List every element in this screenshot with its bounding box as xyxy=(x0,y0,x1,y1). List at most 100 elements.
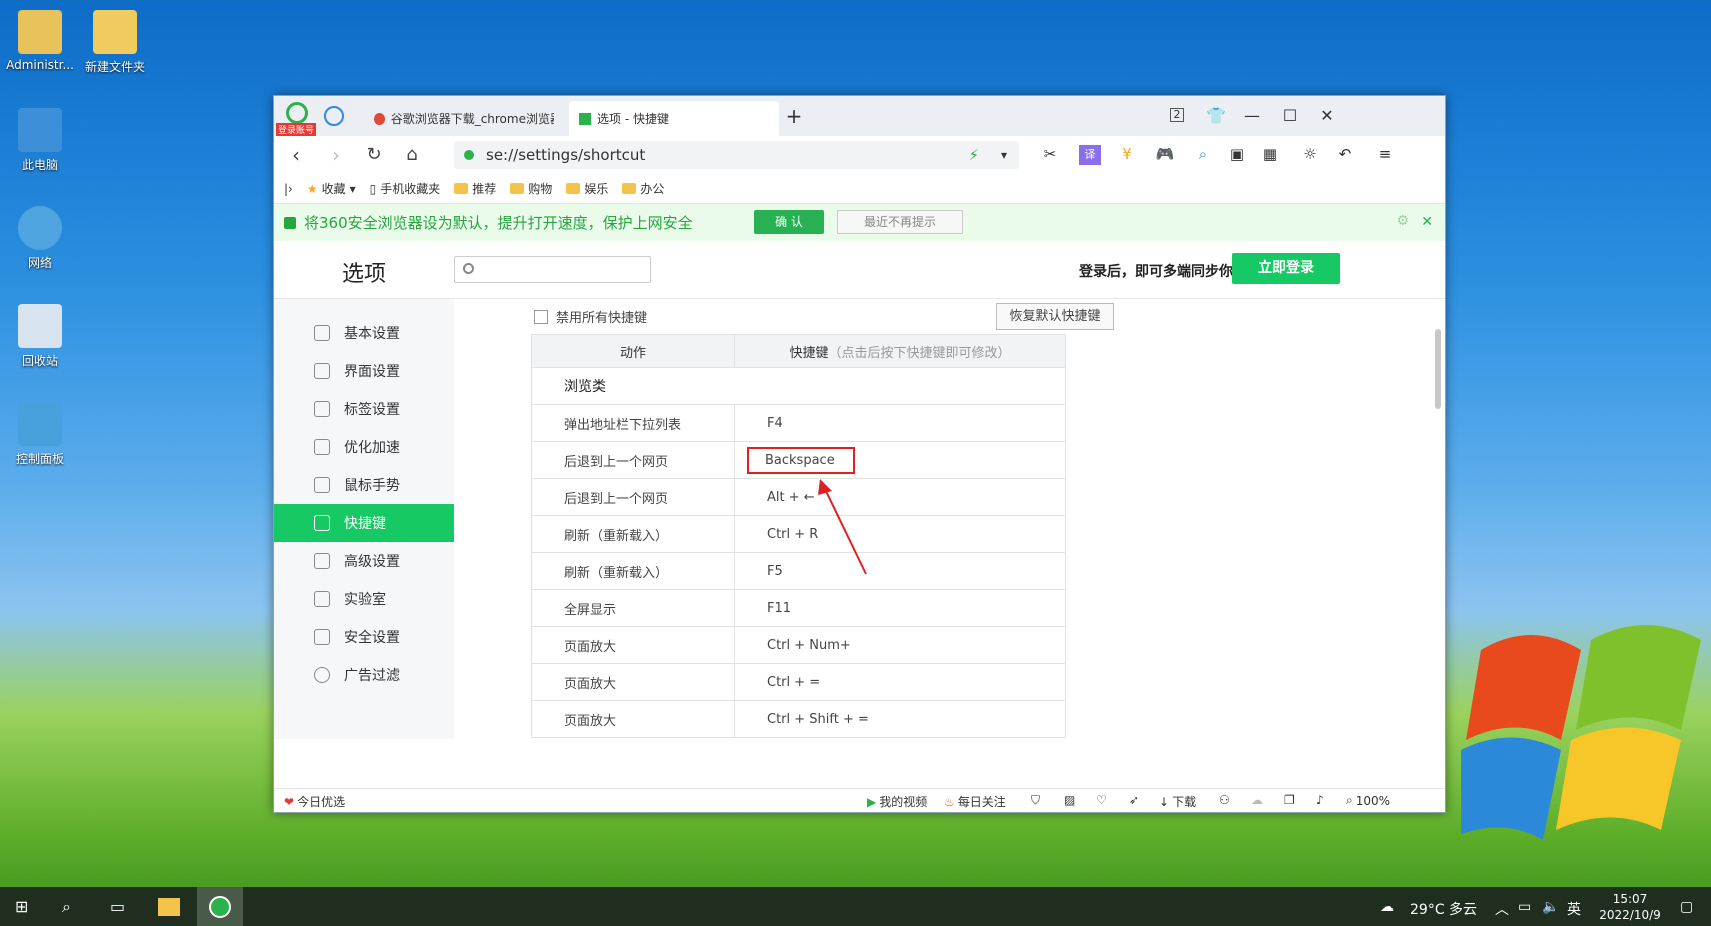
file-explorer-icon[interactable] xyxy=(158,898,180,916)
health-icon[interactable]: ♡ xyxy=(1096,793,1107,807)
sidebar-item-basic[interactable]: 基本设置 xyxy=(274,314,454,352)
skin-icon[interactable]: 👕 xyxy=(1206,106,1226,125)
back-button[interactable]: ‹ xyxy=(284,144,308,166)
restore-default-button[interactable]: 恢复默认快捷键 xyxy=(996,303,1114,330)
key-cell[interactable]: F4 xyxy=(734,404,1066,442)
favorites-menu[interactable]: ★ 收藏 ▾ xyxy=(307,180,356,197)
translate-icon[interactable]: 译 xyxy=(1079,145,1101,165)
close-icon[interactable]: ✕ xyxy=(1421,214,1433,230)
mobile-favorites[interactable]: ▯ 手机收藏夹 xyxy=(370,180,441,197)
chevron-up-icon[interactable]: ︿ xyxy=(1495,899,1509,919)
apps-grid-icon[interactable]: ▦ xyxy=(1259,145,1281,165)
minimize-button[interactable]: — xyxy=(1242,106,1262,125)
forward-button[interactable]: › xyxy=(324,144,348,166)
network-icon[interactable]: ▭ xyxy=(1518,899,1531,915)
action-cell: 后退到上一个网页 xyxy=(531,441,735,479)
lightning-icon[interactable]: ⚡ xyxy=(968,146,979,164)
tab-options-shortcut[interactable]: 选项 - 快捷键 xyxy=(569,101,779,136)
scrollbar[interactable] xyxy=(1435,329,1441,409)
sidebar-item-adblock[interactable]: 广告过滤 xyxy=(274,656,454,694)
image-icon[interactable]: ▨ xyxy=(1064,793,1075,807)
shield-status-icon[interactable]: ⛉ xyxy=(1031,793,1040,808)
desktop-icon-this-pc[interactable]: 此电脑 xyxy=(0,108,80,173)
key-cell[interactable]: Ctrl + = xyxy=(734,663,1066,701)
browser-logo-icon[interactable] xyxy=(286,102,308,124)
login-badge[interactable]: 登录账号 xyxy=(276,123,317,136)
key-cell[interactable]: Backspace xyxy=(734,441,1066,479)
sidebar-toggle-icon[interactable]: |› xyxy=(284,182,293,196)
options-search-input[interactable] xyxy=(454,256,651,283)
today-picks[interactable]: ❤ 今日优选 xyxy=(284,793,345,810)
folder-office[interactable]: 办公 xyxy=(622,180,664,197)
coupon-icon[interactable]: ¥ xyxy=(1116,145,1138,165)
sidebar-item-interface[interactable]: 界面设置 xyxy=(274,352,454,390)
sidebar-item-lab[interactable]: 实验室 xyxy=(274,580,454,618)
key-cell[interactable]: Ctrl + R xyxy=(734,515,1066,553)
folder-shopping[interactable]: 购物 xyxy=(510,180,552,197)
key-cell[interactable]: F11 xyxy=(734,589,1066,627)
notification-icon[interactable]: ▢ xyxy=(1680,899,1693,915)
folder-entertainment[interactable]: 娱乐 xyxy=(566,180,608,197)
window-icon[interactable]: ❐ xyxy=(1284,793,1295,807)
sidebar-item-tabs[interactable]: 标签设置 xyxy=(274,390,454,428)
statusbar-label: 下载 xyxy=(1172,795,1197,809)
ime-indicator[interactable]: 英 xyxy=(1567,899,1581,919)
cloud-icon[interactable]: ☁ xyxy=(1251,793,1263,807)
dont-remind-button[interactable]: 最近不再提示 xyxy=(837,210,963,234)
tab-chrome-download[interactable]: 谷歌浏览器下载_chrome浏览器官 xyxy=(364,101,564,136)
key-cell[interactable]: Ctrl + Num+ xyxy=(734,626,1066,664)
confirm-button[interactable]: 确 认 xyxy=(754,210,824,234)
rocket-icon[interactable]: ➶ xyxy=(1129,793,1139,807)
windows-start-icon[interactable]: ⊞ xyxy=(15,897,28,916)
desktop-icon-new-folder[interactable]: 新建文件夹 xyxy=(75,10,155,75)
my-video[interactable]: ▶ 我的视频 xyxy=(867,793,927,810)
reader-icon[interactable]: ▣ xyxy=(1226,145,1248,165)
sidebar-item-shortcut[interactable]: 快捷键 xyxy=(274,504,454,542)
search-icon[interactable]: ⌕ xyxy=(1192,145,1214,165)
search-icon[interactable]: ⌕ xyxy=(62,897,71,917)
chevron-down-icon[interactable]: ▾ xyxy=(1001,148,1007,162)
volume-icon[interactable]: 🔈 xyxy=(1542,899,1559,915)
refresh-button[interactable]: ↻ xyxy=(362,144,386,166)
download-status[interactable]: ↓ 下载 xyxy=(1159,793,1196,810)
daily-focus[interactable]: ♨ 每日关注 xyxy=(944,793,1006,810)
sidebar-item-mouse-gesture[interactable]: 鼠标手势 xyxy=(274,466,454,504)
tab-count-badge[interactable]: 2 xyxy=(1170,108,1184,122)
maximize-button[interactable]: ☐ xyxy=(1280,106,1300,125)
menu-icon[interactable]: ≡ xyxy=(1374,145,1396,165)
action-cell: 刷新（重新载入） xyxy=(531,552,735,590)
desktop-icon-recycle-bin[interactable]: 回收站 xyxy=(0,304,80,369)
address-bar[interactable]: se://settings/shortcut ⚡ ▾ xyxy=(454,141,1019,169)
sidebar-item-optimize[interactable]: 优化加速 xyxy=(274,428,454,466)
weather-text[interactable]: 29°C 多云 xyxy=(1410,899,1477,919)
key-cell[interactable]: F5 xyxy=(734,552,1066,590)
task-view-icon[interactable]: ▭ xyxy=(110,897,125,916)
desktop-icon-administrator[interactable]: Administr... xyxy=(0,10,80,72)
desktop-icon-network[interactable]: 网络 xyxy=(0,206,80,271)
browser-taskbar-button[interactable] xyxy=(197,887,243,926)
incognito-icon[interactable]: ⚇ xyxy=(1219,793,1230,807)
favorites-label: 娱乐 xyxy=(584,182,609,196)
sound-icon[interactable]: ♪ xyxy=(1316,793,1324,807)
desktop-icon-control-panel[interactable]: 控制面板 xyxy=(0,402,80,467)
navigate-icon[interactable] xyxy=(324,106,344,126)
sidebar-item-advanced[interactable]: 高级设置 xyxy=(274,542,454,580)
login-button[interactable]: 立即登录 xyxy=(1232,253,1340,284)
home-button[interactable]: ⌂ xyxy=(400,144,424,166)
new-tab-button[interactable]: + xyxy=(784,104,804,128)
folder-recommend[interactable]: 推荐 xyxy=(454,180,496,197)
clock[interactable]: 15:07 2022/10/9 xyxy=(1590,891,1670,923)
key-cell[interactable]: Ctrl + Shift + = xyxy=(734,700,1066,738)
undo-icon[interactable]: ↶ xyxy=(1334,145,1356,165)
screenshot-icon[interactable]: ✂ xyxy=(1039,145,1061,165)
sidebar-item-security[interactable]: 安全设置 xyxy=(274,618,454,656)
game-icon[interactable]: 🎮 xyxy=(1154,145,1176,165)
gear-icon[interactable]: ⚙ xyxy=(1396,213,1409,229)
weather-icon[interactable]: ☁ xyxy=(1380,899,1394,915)
close-button[interactable]: ✕ xyxy=(1317,106,1337,125)
key-cell[interactable]: Alt + ← xyxy=(734,478,1066,516)
brightness-icon[interactable]: ☼ xyxy=(1299,145,1321,165)
zoom-status[interactable]: ⌕ 100% xyxy=(1346,793,1390,808)
highlighted-key[interactable]: Backspace xyxy=(747,446,855,474)
disable-all-checkbox[interactable] xyxy=(534,309,548,324)
